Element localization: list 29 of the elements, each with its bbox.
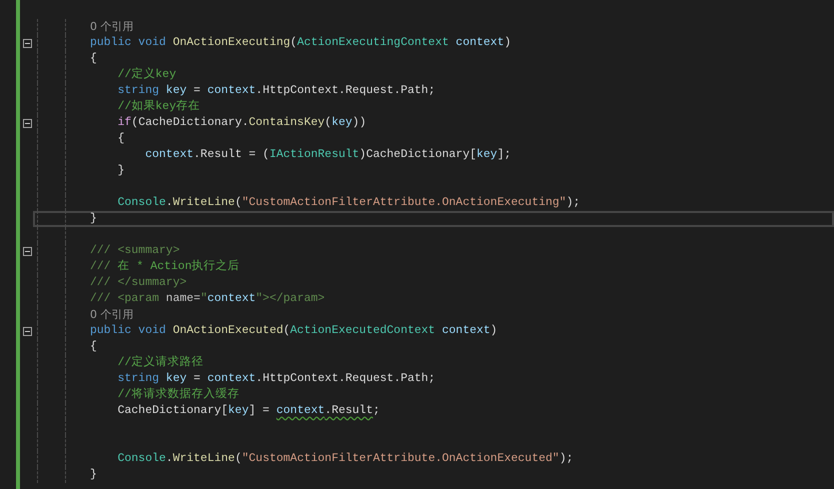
code-line: context.Result = (IActionResult)CacheDictionary[key]; — [144, 147, 512, 163]
code-line: } — [116, 163, 125, 179]
code-line: //定义key — [116, 67, 176, 83]
code-line: } — [90, 467, 97, 483]
code-line: Console.WriteLine("CustomActionFilterAttribute.OnActionExecuting"); — [116, 195, 580, 211]
code-line: /// 在 * Action执行之后 — [90, 259, 240, 275]
collapse-icon[interactable] — [22, 326, 32, 336]
collapse-icon[interactable] — [22, 246, 32, 256]
collapse-icon[interactable] — [22, 38, 32, 48]
code-line: /// <summary> — [90, 243, 180, 259]
code-line: { — [116, 131, 125, 147]
code-line: public void OnActionExecuted(ActionExecutedContext context) — [90, 323, 498, 339]
code-line: if(CacheDictionary.ContainsKey(key)) — [116, 115, 366, 131]
code-line: //定义请求路径 — [116, 355, 204, 371]
code-line: } — [90, 211, 97, 227]
code-line: string key = context.HttpContext.Request.Path; — [116, 83, 436, 99]
code-line: string key = context.HttpContext.Request.Path; — [116, 371, 436, 387]
reference-count-link[interactable]: 0 个引用 — [90, 307, 134, 323]
reference-count-link[interactable]: 0 个引用 — [90, 19, 134, 35]
collapse-icon[interactable] — [22, 118, 32, 128]
code-line: CacheDictionary[key] = context.Result; — [116, 403, 380, 419]
code-line: public void OnActionExecuting(ActionExecutingContext context) — [90, 35, 512, 51]
code-line: /// </summary> — [90, 275, 187, 291]
code-line: Console.WriteLine("CustomActionFilterAttribute.OnActionExecuted"); — [116, 451, 574, 467]
code-line: //将请求数据存入缓存 — [116, 387, 240, 403]
code-line: /// <param name="context"></param> — [90, 291, 325, 307]
code-line: { — [90, 51, 97, 67]
code-line: { — [90, 339, 97, 355]
code-line: //如果key存在 — [116, 99, 200, 115]
